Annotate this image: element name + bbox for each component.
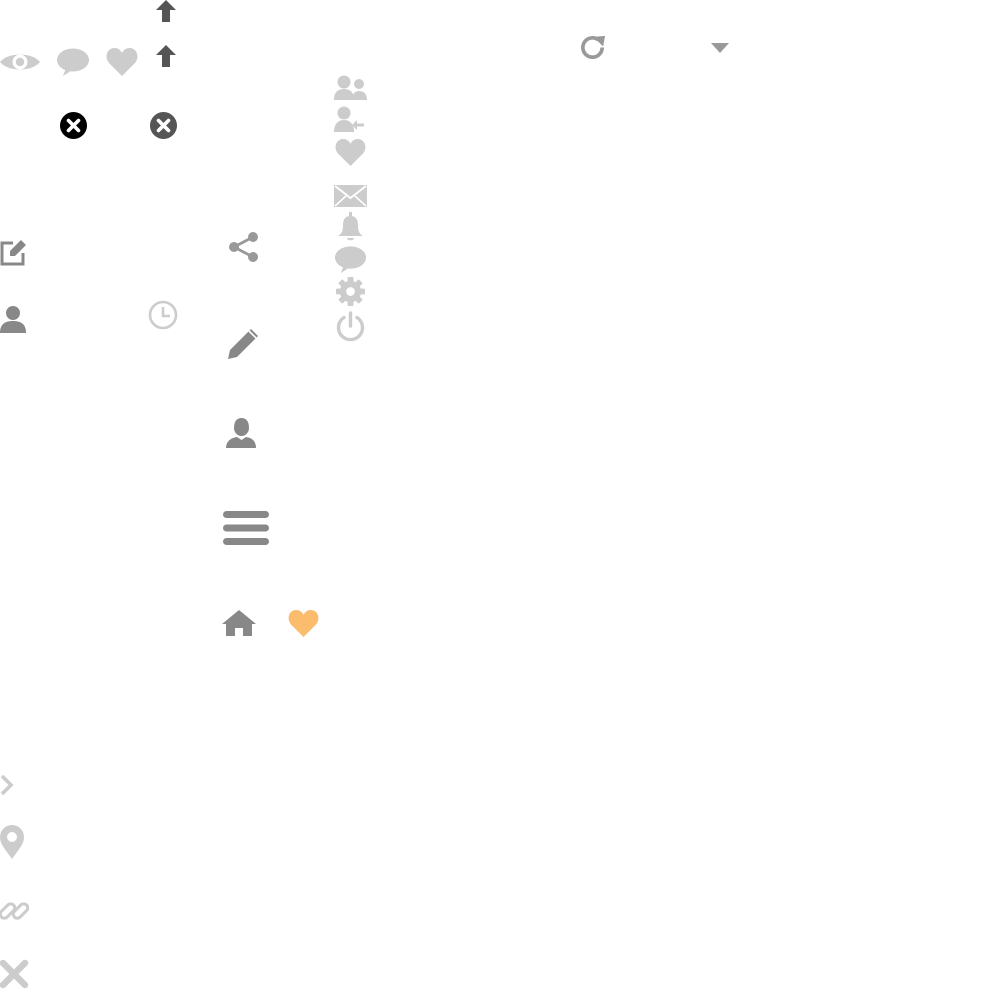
heart-icon[interactable] — [335, 139, 366, 166]
heart-icon[interactable] — [106, 48, 138, 76]
close-circle-icon[interactable] — [60, 112, 87, 139]
close-circle-icon[interactable] — [150, 112, 177, 139]
friends-icon[interactable] — [334, 75, 367, 100]
caret-down-icon[interactable] — [711, 43, 729, 53]
pencil-icon[interactable] — [228, 327, 260, 359]
location-pin-icon[interactable] — [0, 825, 24, 859]
eye-icon[interactable] — [0, 50, 40, 74]
gear-icon[interactable] — [336, 277, 365, 306]
refresh-icon[interactable] — [578, 33, 607, 62]
heart-icon[interactable] — [288, 610, 319, 637]
user-icon[interactable] — [0, 305, 26, 333]
link-icon[interactable] — [0, 897, 30, 925]
user-silhouette-icon[interactable] — [226, 418, 256, 448]
home-icon[interactable] — [222, 610, 256, 636]
close-x-icon[interactable] — [0, 959, 29, 989]
bell-icon[interactable] — [338, 212, 363, 242]
share-icon[interactable] — [228, 232, 260, 262]
comment-icon[interactable] — [56, 48, 90, 76]
chevron-right-icon[interactable] — [0, 774, 14, 796]
menu-icon[interactable] — [223, 511, 269, 545]
arrow-up-icon[interactable] — [156, 45, 176, 67]
edit-icon[interactable] — [0, 238, 28, 266]
add-friend-icon[interactable] — [334, 106, 364, 132]
power-icon[interactable] — [335, 311, 366, 342]
arrow-up-icon[interactable] — [156, 0, 176, 22]
clock-icon[interactable] — [148, 300, 178, 330]
mail-icon[interactable] — [334, 185, 367, 207]
comment-icon[interactable] — [334, 245, 367, 274]
